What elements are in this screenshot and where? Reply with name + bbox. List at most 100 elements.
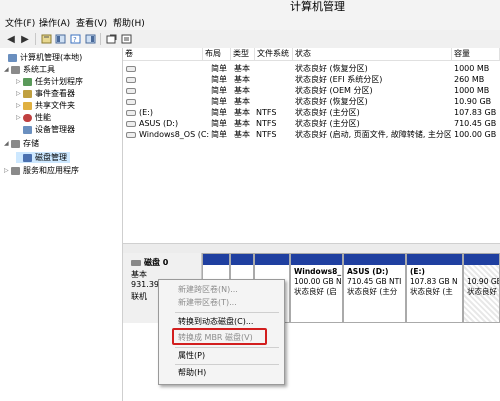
partition-recovery-last[interactable]: 10.90 GB 状态良好 [463, 253, 500, 323]
event-icon [23, 89, 32, 98]
volume-cell: (E:) [126, 107, 202, 118]
table-row[interactable]: Windows8_OS (C:) 简单 基本 NTFS 状态良好 (启动, 页面… [123, 129, 500, 140]
table-row[interactable]: (E:) 简单 基本 NTFS 状态良好 (主分区) 107.83 GB [123, 107, 500, 118]
menu-item-properties[interactable]: 属性(P) [178, 350, 205, 362]
tree-item-shared-folders[interactable]: ▷ 共享文件夹 [16, 100, 75, 111]
menu-item-new-spanned-volume[interactable]: 新建跨区卷(N)... [178, 284, 238, 296]
properties-icon[interactable] [54, 33, 66, 45]
forward-icon[interactable]: ▶ [19, 33, 31, 45]
table-row[interactable]: 简单 基本 状态良好 (恢复分区) 10.90 GB [123, 96, 500, 107]
partition-label: (E:) 107.83 GB N 状态良好 (主 [410, 267, 458, 296]
status-cell: 状态良好 (EFI 系统分区) [295, 75, 383, 84]
type-cell: 基本 [234, 97, 250, 106]
back-icon[interactable]: ◀ [5, 33, 17, 45]
menu-help[interactable]: 帮助(H) [113, 16, 145, 29]
tree-item-label: 计算机管理(本地) [20, 53, 83, 62]
volume-cell: ASUS (D:) [126, 118, 202, 129]
collapse-icon[interactable]: ◢ [4, 64, 11, 75]
partition-e[interactable]: (E:) 107.83 GB N 状态良好 (主 [406, 253, 463, 323]
type-cell: 基本 [234, 86, 250, 95]
expand-icon[interactable]: ▷ [16, 112, 23, 123]
tree-item-label: 设备管理器 [35, 125, 75, 134]
settings-icon[interactable] [120, 33, 132, 45]
tree-item-label: 存储 [23, 139, 39, 148]
drive-icon [126, 76, 136, 83]
tree-item-computer-management[interactable]: 计算机管理(本地) [1, 52, 82, 63]
status-cell: 状态良好 (恢复分区) [295, 64, 368, 73]
column-header-status[interactable]: 状态 [293, 48, 452, 60]
type-cell: 基本 [234, 130, 250, 139]
partition-label: 10.90 GB 状态良好 [467, 277, 500, 296]
collapse-icon[interactable]: ◢ [4, 138, 11, 149]
status-cell: 状态良好 (主分区) [295, 108, 360, 117]
tree-item-storage[interactable]: ◢ 存储 [4, 138, 39, 149]
column-header-filesystem[interactable]: 文件系统 [255, 48, 293, 60]
performance-icon [23, 113, 32, 122]
tree-item-label: 任务计划程序 [35, 77, 83, 86]
computer-icon [8, 53, 17, 62]
column-header-volume[interactable]: 卷 [123, 48, 203, 60]
layout-cell: 简单 [211, 130, 227, 139]
partition-label: Windows8_ 100.00 GB N 状态良好 (启 [294, 267, 342, 296]
capacity-cell: 100.00 GB [454, 130, 497, 139]
layout-cell: 简单 [211, 86, 227, 95]
layout-cell: 简单 [211, 119, 227, 128]
menu-item-new-striped-volume[interactable]: 新建带区卷(T)... [178, 297, 237, 309]
help-icon[interactable]: ? [69, 33, 81, 45]
expand-icon[interactable]: ▷ [4, 165, 11, 176]
partition-bar [203, 254, 229, 265]
tree-item-task-scheduler[interactable]: ▷ 任务计划程序 [16, 76, 83, 87]
menu-view[interactable]: 查看(V) [76, 16, 107, 29]
table-row[interactable]: 简单 基本 状态良好 (EFI 系统分区) 260 MB [123, 74, 500, 85]
menu-item-convert-dynamic[interactable]: 转换到动态磁盘(C)... [178, 316, 253, 328]
tree-item-label: 事件查看器 [35, 89, 75, 98]
expand-icon[interactable]: ▷ [16, 88, 23, 99]
drive-icon [126, 98, 136, 105]
menu-file[interactable]: 文件(F) [5, 16, 35, 29]
disk-icon [131, 259, 141, 266]
volume-cell [126, 96, 202, 107]
table-row[interactable]: 简单 基本 状态良好 (OEM 分区) 1000 MB [123, 85, 500, 96]
partition-windows[interactable]: Windows8_ 100.00 GB N 状态良好 (启 [290, 253, 343, 323]
up-icon[interactable] [40, 33, 52, 45]
toolbar: ◀ ▶ ? [0, 30, 500, 49]
tree-item-event-viewer[interactable]: ▷ 事件查看器 [16, 88, 75, 99]
drive-icon [126, 109, 136, 116]
tree-item-device-manager[interactable]: 设备管理器 [16, 124, 75, 135]
drive-icon [126, 87, 136, 94]
expand-icon[interactable]: ▷ [16, 100, 23, 111]
layout-cell: 简单 [211, 108, 227, 117]
column-header-type[interactable]: 类型 [231, 48, 255, 60]
folder-icon [23, 101, 32, 110]
menu-action[interactable]: 操作(A) [39, 16, 70, 29]
type-cell: 基本 [234, 64, 250, 73]
partition-asus[interactable]: ASUS (D:) 710.45 GB NTI 状态良好 (主分 [343, 253, 406, 323]
filesystem-cell: NTFS [256, 108, 277, 117]
layout-cell: 简单 [211, 97, 227, 106]
menu-separator [175, 347, 279, 348]
status-cell: 状态良好 (恢复分区) [295, 97, 368, 106]
expand-icon[interactable]: ▷ [16, 76, 23, 87]
toolbar-separator [35, 33, 36, 45]
tree-item-performance[interactable]: ▷ 性能 [16, 112, 51, 123]
navigation-tree: 计算机管理(本地) ◢ 系统工具 ▷ 任务计划程序 ▷ 事件查看器 ▷ 共享文件… [0, 48, 123, 401]
tree-item-label: 系统工具 [23, 65, 55, 74]
export-icon[interactable] [105, 33, 117, 45]
column-header-layout[interactable]: 布局 [203, 48, 231, 60]
column-header-capacity[interactable]: 容量 [452, 48, 500, 60]
menu-bar: 文件(F) 操作(A) 查看(V) 帮助(H) [0, 14, 500, 30]
capacity-cell: 107.83 GB [454, 108, 497, 117]
disk-icon [23, 153, 32, 162]
menu-item-help[interactable]: 帮助(H) [178, 367, 206, 379]
table-row[interactable]: ASUS (D:) 简单 基本 NTFS 状态良好 (主分区) 710.45 G… [123, 118, 500, 129]
title-bar: 计算机管理 [0, 0, 500, 14]
menu-separator [175, 312, 279, 313]
layout-cell: 简单 [211, 64, 227, 73]
list-icon[interactable] [84, 33, 96, 45]
tree-item-disk-management[interactable]: 磁盘管理 [16, 152, 70, 163]
drive-icon [126, 131, 136, 138]
tree-item-services-apps[interactable]: ▷ 服务和应用程序 [4, 165, 79, 176]
partition-bar [291, 254, 342, 265]
tree-item-system-tools[interactable]: ◢ 系统工具 [4, 64, 55, 75]
table-row[interactable]: 简单 基本 状态良好 (恢复分区) 1000 MB [123, 63, 500, 74]
